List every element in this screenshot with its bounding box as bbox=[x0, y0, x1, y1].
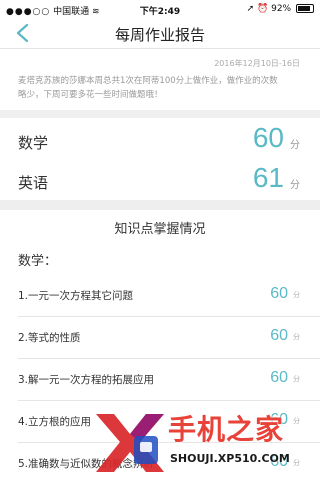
knowledge-item-label: 3.解一元一次方程的拓展应用 bbox=[18, 374, 155, 386]
section-divider bbox=[0, 200, 320, 210]
watermark: 手机之家 SHOUJI.XP510.COM bbox=[90, 400, 320, 480]
location-icon: ➚ bbox=[246, 4, 255, 14]
xp-logo-icon bbox=[96, 414, 164, 472]
score-unit: 分 bbox=[290, 140, 300, 151]
report-date-range: 2016年12月10日-16日 bbox=[214, 59, 300, 68]
knowledge-item-label: 4.立方根的应用 bbox=[18, 416, 92, 428]
knowledge-item[interactable]: 1.一元一次方程其它问题 60 分 bbox=[0, 276, 320, 316]
navigation-bar: 每周作业报告 bbox=[0, 20, 320, 49]
knowledge-item-score: 60 bbox=[270, 285, 288, 302]
knowledge-item-label: 2.等式的性质 bbox=[18, 332, 81, 344]
row-divider bbox=[18, 358, 320, 359]
page-title: 每周作业报告 bbox=[114, 26, 205, 44]
knowledge-item-label: 1.一元一次方程其它问题 bbox=[18, 290, 134, 302]
score-subject: 数学 bbox=[18, 134, 49, 152]
score-subject: 英语 bbox=[18, 174, 49, 192]
knowledge-item-unit: 分 bbox=[293, 291, 300, 299]
score-row-english: 英语 61 分 bbox=[0, 160, 320, 200]
battery-percent: 92% bbox=[271, 4, 292, 14]
knowledge-section-title: 知识点掌握情况 bbox=[114, 222, 206, 237]
status-right: ➚ ⏰ 92% bbox=[247, 4, 314, 14]
watermark-text: 手机之家 bbox=[168, 413, 285, 446]
score-value: 60 bbox=[252, 122, 284, 153]
knowledge-item[interactable]: 3.解一元一次方程的拓展应用 60 分 bbox=[0, 360, 320, 400]
score-unit: 分 bbox=[290, 180, 300, 191]
knowledge-item-score: 60 bbox=[270, 327, 288, 344]
knowledge-item[interactable]: 2.等式的性质 60 分 bbox=[0, 318, 320, 358]
knowledge-item-unit: 分 bbox=[293, 375, 300, 383]
row-divider bbox=[18, 316, 320, 317]
knowledge-item-unit: 分 bbox=[293, 333, 300, 341]
score-row-math: 数学 60 分 bbox=[0, 120, 320, 160]
knowledge-subject-label: 数学： bbox=[18, 254, 58, 269]
status-bar: ●●●○○ 中国联通 ≋ 下午2:49 ➚ ⏰ 92% bbox=[0, 0, 320, 20]
score-value: 61 bbox=[252, 162, 284, 193]
report-message: 麦塔克苏族的莎娜本周总共1次在阿蒂100分上做作业，做作业的次数略少，下周可要多… bbox=[18, 76, 278, 100]
section-divider bbox=[0, 110, 320, 118]
report-summary: 2016年12月10日-16日 麦塔克苏族的莎娜本周总共1次在阿蒂100分上做作… bbox=[0, 49, 320, 110]
knowledge-item-score: 60 bbox=[270, 369, 288, 386]
alarm-icon: ⏰ bbox=[257, 4, 269, 14]
watermark-url: SHOUJI.XP510.COM bbox=[170, 452, 290, 465]
battery-icon bbox=[296, 4, 314, 13]
